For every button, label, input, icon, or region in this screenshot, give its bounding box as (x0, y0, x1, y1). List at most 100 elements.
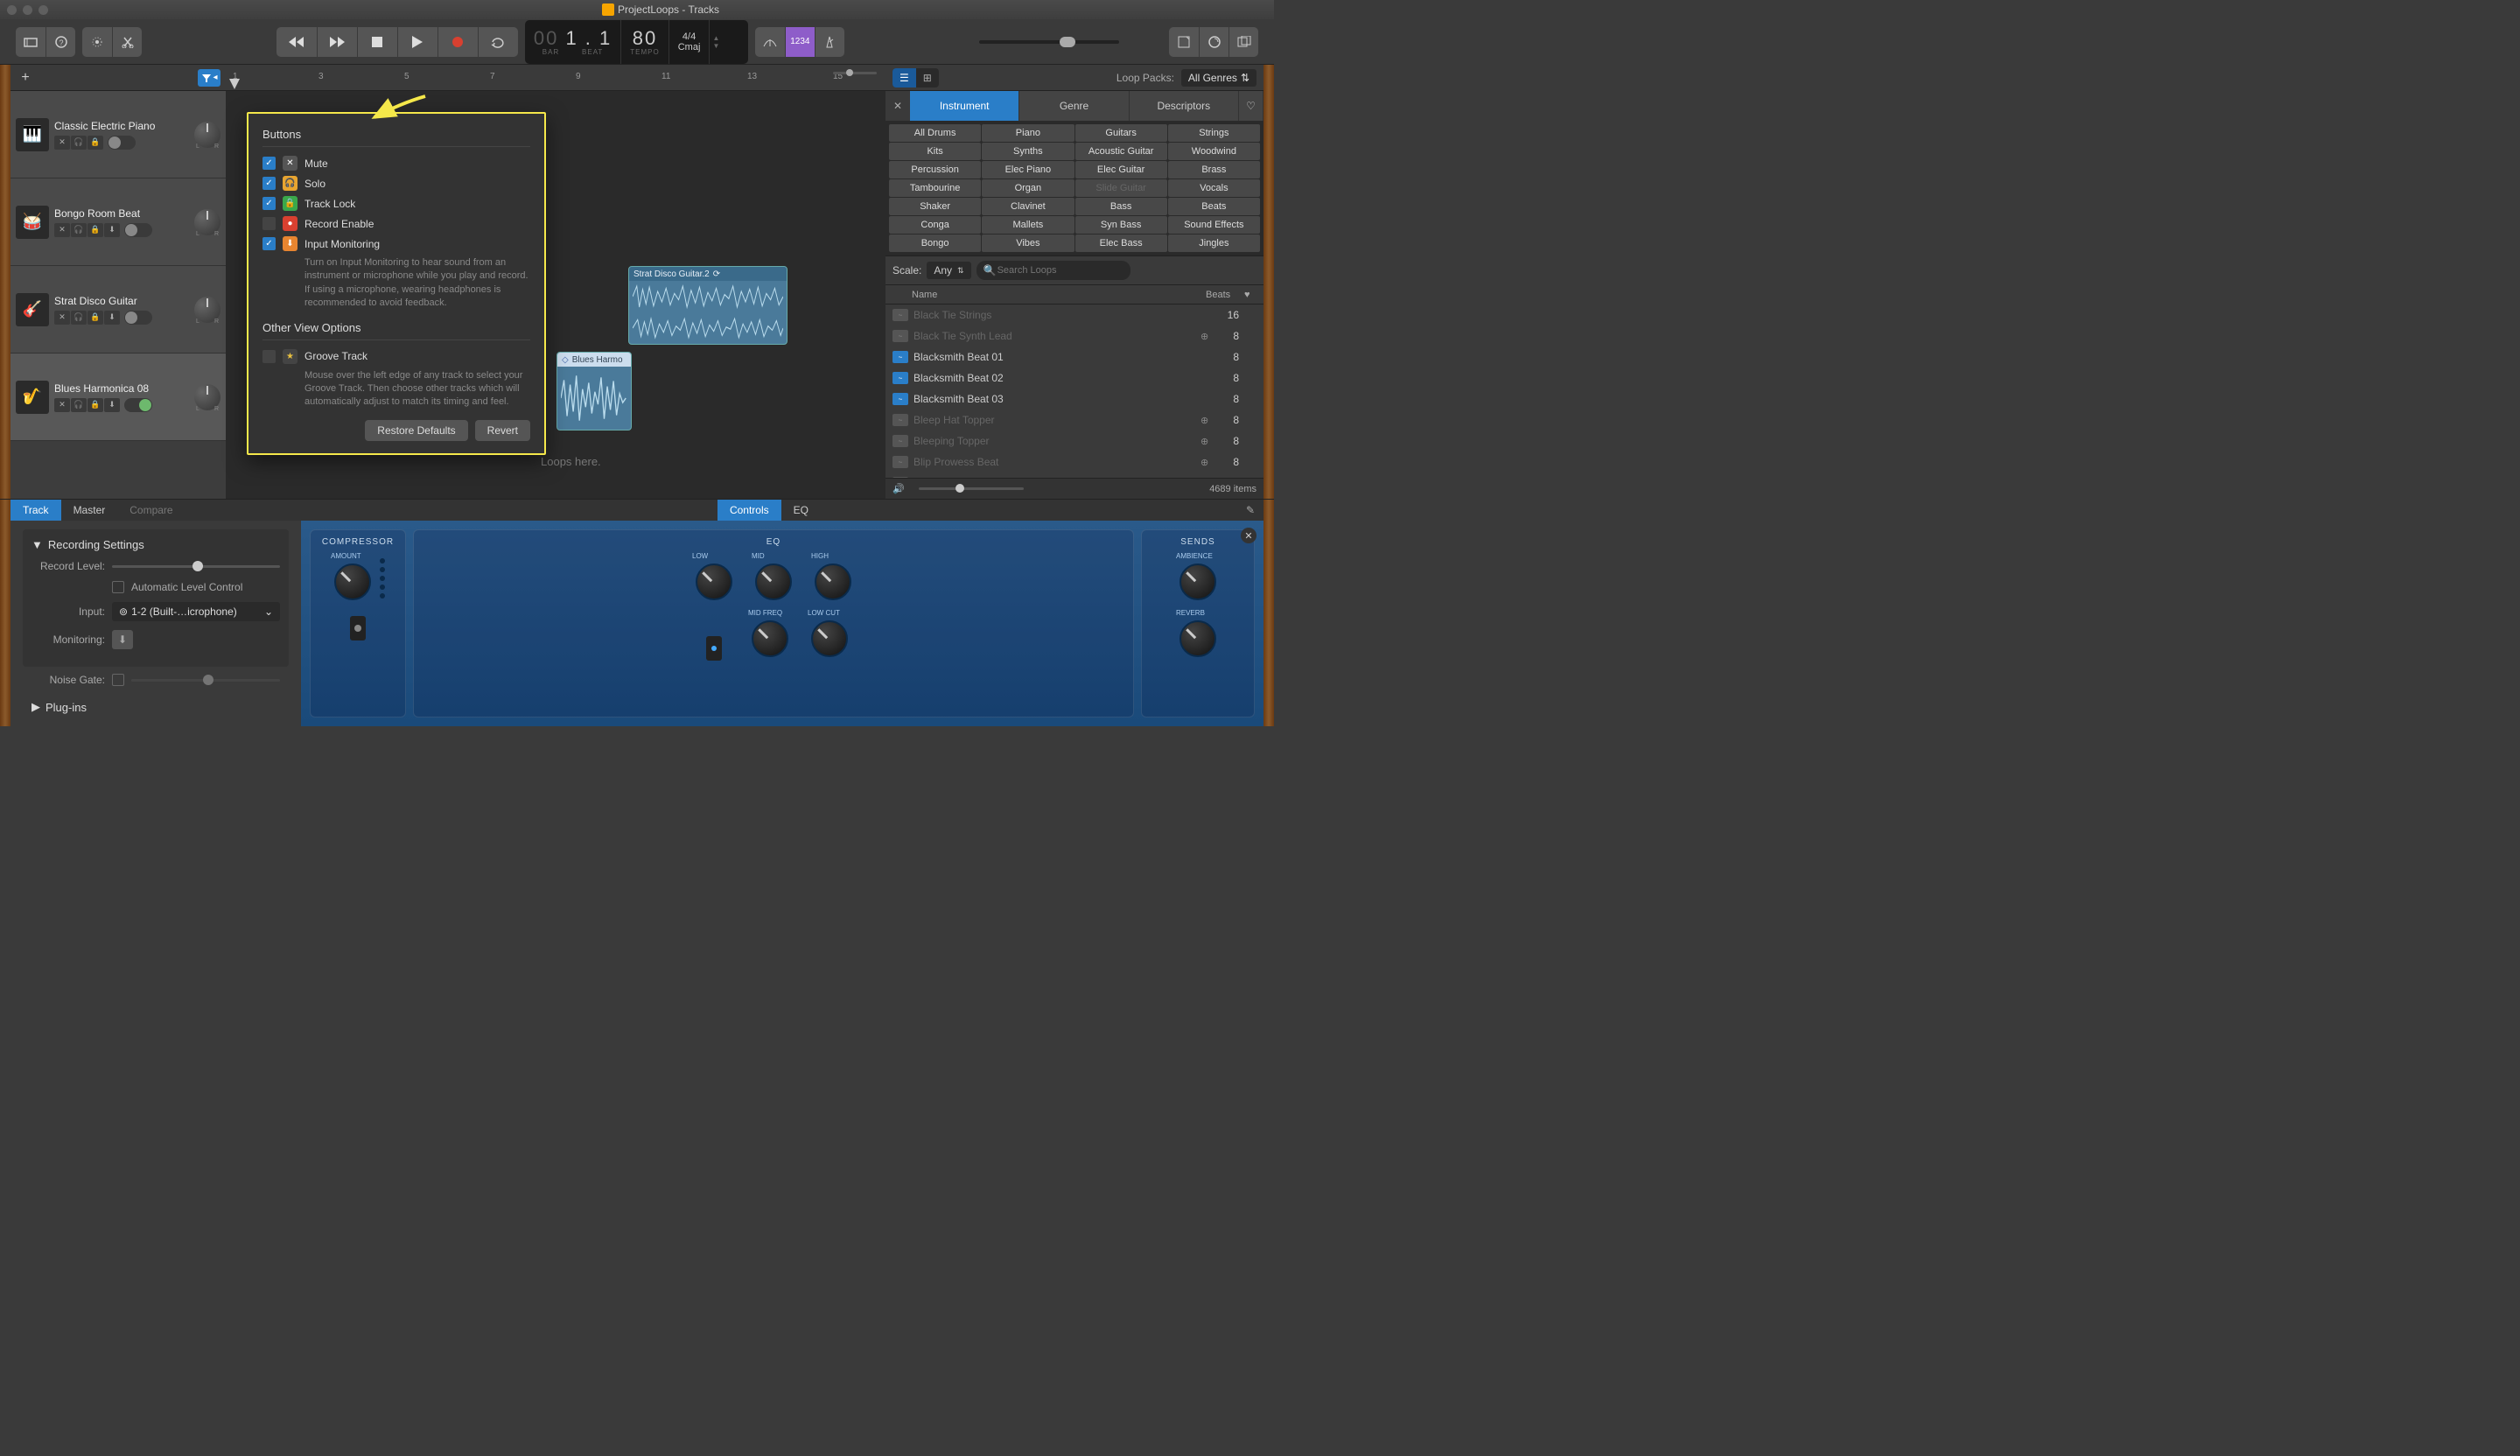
category-button[interactable]: Bass (1075, 198, 1167, 215)
lcd-display[interactable]: 00 1 . 1BAR BEAT 80TEMPO 4/4Cmaj ▲▼ (525, 20, 748, 64)
add-track-button[interactable]: + (16, 68, 35, 88)
category-button[interactable]: All Drums (889, 124, 981, 142)
library-button[interactable] (16, 27, 46, 57)
category-button[interactable]: Percussion (889, 161, 981, 178)
category-button[interactable]: Elec Bass (1075, 234, 1167, 252)
scissors-button[interactable] (112, 27, 142, 57)
category-button[interactable]: Clavinet (982, 198, 1074, 215)
auto-level-checkbox[interactable] (112, 581, 124, 593)
category-button[interactable]: Synths (982, 143, 1074, 160)
loop-close-button[interactable]: ✕ (886, 91, 910, 121)
loop-row[interactable]: ~ Blacksmith Beat 01 8 (886, 346, 1264, 368)
loop-row[interactable]: ~ Bleeping Topper ⊕ 8 (886, 430, 1264, 452)
option-row[interactable]: ✓ 🔒 Track Lock (262, 196, 530, 211)
master-volume-slider[interactable] (979, 40, 1119, 44)
lowcut-knob[interactable] (811, 620, 848, 657)
loop-row[interactable]: ~ Bleep Hat Topper ⊕ 8 (886, 410, 1264, 430)
notepad-button[interactable] (1169, 27, 1199, 57)
checkbox[interactable]: ✓ (262, 197, 276, 210)
option-row[interactable]: ● Record Enable (262, 216, 530, 231)
cycle-button[interactable] (478, 27, 518, 57)
track-enable-switch[interactable] (108, 136, 136, 150)
mid-knob[interactable] (755, 564, 792, 600)
midfreq-knob[interactable] (752, 620, 788, 657)
solo-button[interactable]: 🎧 (71, 311, 87, 325)
category-button[interactable]: Vibes (982, 234, 1074, 252)
ambience-knob[interactable] (1180, 564, 1216, 600)
category-button[interactable]: Woodwind (1168, 143, 1260, 160)
category-button[interactable]: Sound Effects (1168, 216, 1260, 234)
audio-region-strat[interactable]: Strat Disco Guitar.2⟳ (628, 266, 788, 345)
restore-defaults-button[interactable]: Restore Defaults (365, 420, 467, 441)
noise-gate-checkbox[interactable] (112, 674, 124, 686)
lock-button[interactable]: 🔒 (88, 223, 103, 237)
loop-row[interactable]: ~ Blacksmith Beat 03 8 (886, 388, 1264, 410)
mute-button[interactable]: ✕ (54, 398, 70, 412)
tab-genre[interactable]: Genre (1019, 91, 1129, 121)
tab-compare[interactable]: Compare (117, 500, 185, 521)
option-row[interactable]: ✓ ✕ Mute (262, 156, 530, 171)
noise-gate-slider[interactable] (131, 679, 280, 682)
search-input[interactable] (976, 261, 1130, 280)
input-mon-button[interactable]: ⬇ (104, 311, 120, 325)
category-button[interactable]: Organ (982, 179, 1074, 197)
col-name[interactable]: Name (892, 290, 1206, 300)
high-knob[interactable] (815, 564, 851, 600)
loop-view-toggle[interactable]: ☰ ⊞ (892, 68, 939, 88)
download-icon[interactable]: ⊕ (1200, 436, 1213, 447)
column-view-icon[interactable]: ☰ (892, 68, 916, 88)
mute-button[interactable]: ✕ (54, 223, 70, 237)
eq-bypass-switch[interactable] (706, 636, 722, 661)
metronome-button[interactable] (815, 27, 844, 57)
category-button[interactable]: Jingles (1168, 234, 1260, 252)
favorites-icon[interactable]: ♡ (1239, 91, 1264, 121)
solo-button[interactable]: 🎧 (71, 398, 87, 412)
audio-region-blues[interactable]: ◇Blues Harmo (556, 352, 632, 430)
close-window[interactable] (7, 5, 17, 15)
record-level-slider[interactable] (112, 565, 280, 568)
plugin-close-button[interactable]: ✕ (1241, 528, 1256, 543)
category-button[interactable]: Vocals (1168, 179, 1260, 197)
solo-button[interactable]: 🎧 (71, 223, 87, 237)
mute-button[interactable]: ✕ (54, 136, 70, 150)
track-enable-switch[interactable] (124, 311, 152, 325)
option-groove-track[interactable]: ★ Groove Track (262, 349, 530, 364)
track-header[interactable]: 🥁 Bongo Room Beat ✕ 🎧 🔒 ⬇ LR (10, 178, 226, 266)
category-button[interactable]: Tambourine (889, 179, 981, 197)
checkbox[interactable]: ✓ (262, 177, 276, 190)
tab-descriptors[interactable]: Descriptors (1130, 91, 1239, 121)
speaker-icon[interactable]: 🔊 (892, 483, 905, 494)
count-in-button[interactable]: 1234 (785, 27, 815, 57)
checkbox[interactable] (262, 217, 276, 230)
solo-button[interactable]: 🎧 (71, 136, 87, 150)
loop-browser-button[interactable] (1199, 27, 1228, 57)
lock-button[interactable]: 🔒 (88, 311, 103, 325)
forward-button[interactable] (317, 27, 357, 57)
category-button[interactable]: Strings (1168, 124, 1260, 142)
track-enable-switch[interactable] (124, 223, 152, 237)
category-button[interactable]: Elec Guitar (1075, 161, 1167, 178)
tab-controls[interactable]: Controls (718, 500, 781, 521)
edit-icon[interactable]: ✎ (1237, 500, 1264, 521)
checkbox-groove[interactable] (262, 350, 276, 363)
tab-master[interactable]: Master (61, 500, 118, 521)
monitoring-button[interactable]: ⬇ (112, 630, 133, 649)
track-header[interactable]: 🎷 Blues Harmonica 08 ✕ 🎧 🔒 ⬇ LR (10, 354, 226, 441)
category-button[interactable]: Beats (1168, 198, 1260, 215)
input-mon-button[interactable]: ⬇ (104, 223, 120, 237)
revert-button[interactable]: Revert (475, 420, 530, 441)
zoom-control[interactable] (833, 72, 877, 74)
category-button[interactable]: Mallets (982, 216, 1074, 234)
ruler[interactable]: 13579111315 (226, 65, 886, 91)
preview-volume-slider[interactable] (919, 487, 1024, 490)
media-browser-button[interactable] (1228, 27, 1258, 57)
grid-view-icon[interactable]: ⊞ (916, 68, 939, 88)
checkbox[interactable]: ✓ (262, 157, 276, 170)
bypass-switch[interactable] (350, 616, 366, 640)
input-select[interactable]: ⊚1-2 (Built-…icrophone)⌄ (112, 602, 280, 621)
category-button[interactable]: Acoustic Guitar (1075, 143, 1167, 160)
editor-button[interactable] (82, 27, 112, 57)
plugins-header[interactable]: ▶ Plug-ins (23, 695, 289, 714)
checkbox[interactable]: ✓ (262, 237, 276, 250)
category-button[interactable]: Shaker (889, 198, 981, 215)
